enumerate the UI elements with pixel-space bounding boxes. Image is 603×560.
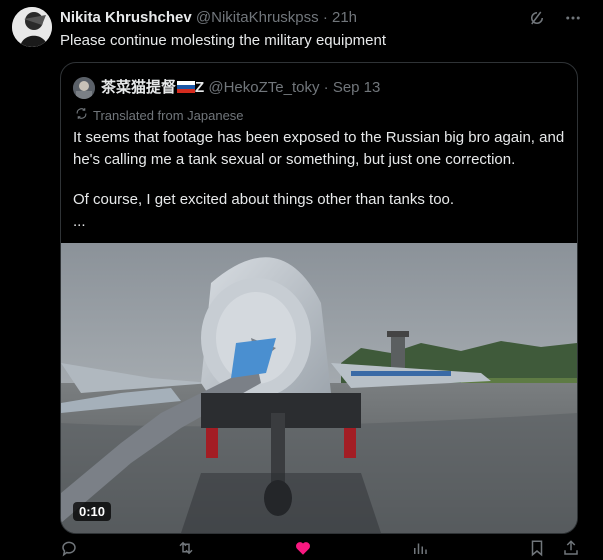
tweet-header: Nikita Khrushchev @NikitaKhruskpss · 21h: [60, 9, 523, 27]
like-button[interactable]: [294, 541, 312, 557]
grok-icon[interactable]: [527, 8, 547, 28]
reply-button[interactable]: [60, 541, 78, 557]
author-name[interactable]: Nikita Khrushchev: [60, 9, 192, 26]
translate-icon: [75, 107, 88, 123]
share-icon[interactable]: [562, 539, 580, 560]
repost-icon: [177, 539, 195, 560]
author-avatar[interactable]: [12, 7, 52, 47]
translated-label[interactable]: Translated from Japanese: [75, 107, 244, 123]
more-icon[interactable]: [563, 8, 583, 28]
views-button[interactable]: [411, 541, 429, 557]
quote-body: It seems that footage has been exposed t…: [73, 127, 568, 233]
quote-body-paragraph-2: Of course, I get excited about things ot…: [73, 191, 455, 208]
like-icon: [294, 539, 312, 560]
header-separator: ·: [322, 9, 328, 26]
russian-flag-icon: [177, 80, 196, 93]
quote-date[interactable]: Sep 13: [333, 79, 381, 96]
quote-body-ellipsis: ...: [73, 213, 86, 230]
quote-header: 茶菜猫提督 Z @HekoZTe_toky · Sep 13: [101, 79, 380, 97]
tweet-top-actions: [527, 8, 583, 28]
translated-text: Translated from Japanese: [93, 107, 244, 123]
quote-header-separator: ·: [323, 79, 329, 96]
bookmark-icon[interactable]: [528, 539, 546, 560]
quote-author-name-suffix[interactable]: Z: [195, 79, 204, 96]
quote-author-avatar[interactable]: [73, 77, 95, 99]
video-player[interactable]: 0:10: [61, 243, 577, 533]
tweet-time[interactable]: 21h: [332, 9, 357, 26]
repost-button[interactable]: [177, 541, 195, 557]
views-icon: [411, 539, 429, 560]
quote-author-name[interactable]: 茶菜猫提督: [101, 79, 176, 96]
tweet-extra-actions: [528, 539, 580, 560]
quote-body-paragraph-1: It seems that footage has been exposed t…: [73, 129, 565, 168]
video-frame: [61, 243, 577, 533]
quoted-tweet[interactable]: 茶菜猫提督 Z @HekoZTe_toky · Sep 13 Translated…: [60, 62, 578, 534]
tweet-text: Please continue molesting the military e…: [60, 32, 387, 49]
quote-author-handle[interactable]: @HekoZTe_toky: [208, 79, 319, 96]
reply-icon: [60, 539, 78, 560]
author-handle[interactable]: @NikitaKhruskpss: [196, 9, 319, 26]
video-duration: 0:10: [73, 502, 112, 521]
tweet-action-bar: [60, 539, 580, 560]
